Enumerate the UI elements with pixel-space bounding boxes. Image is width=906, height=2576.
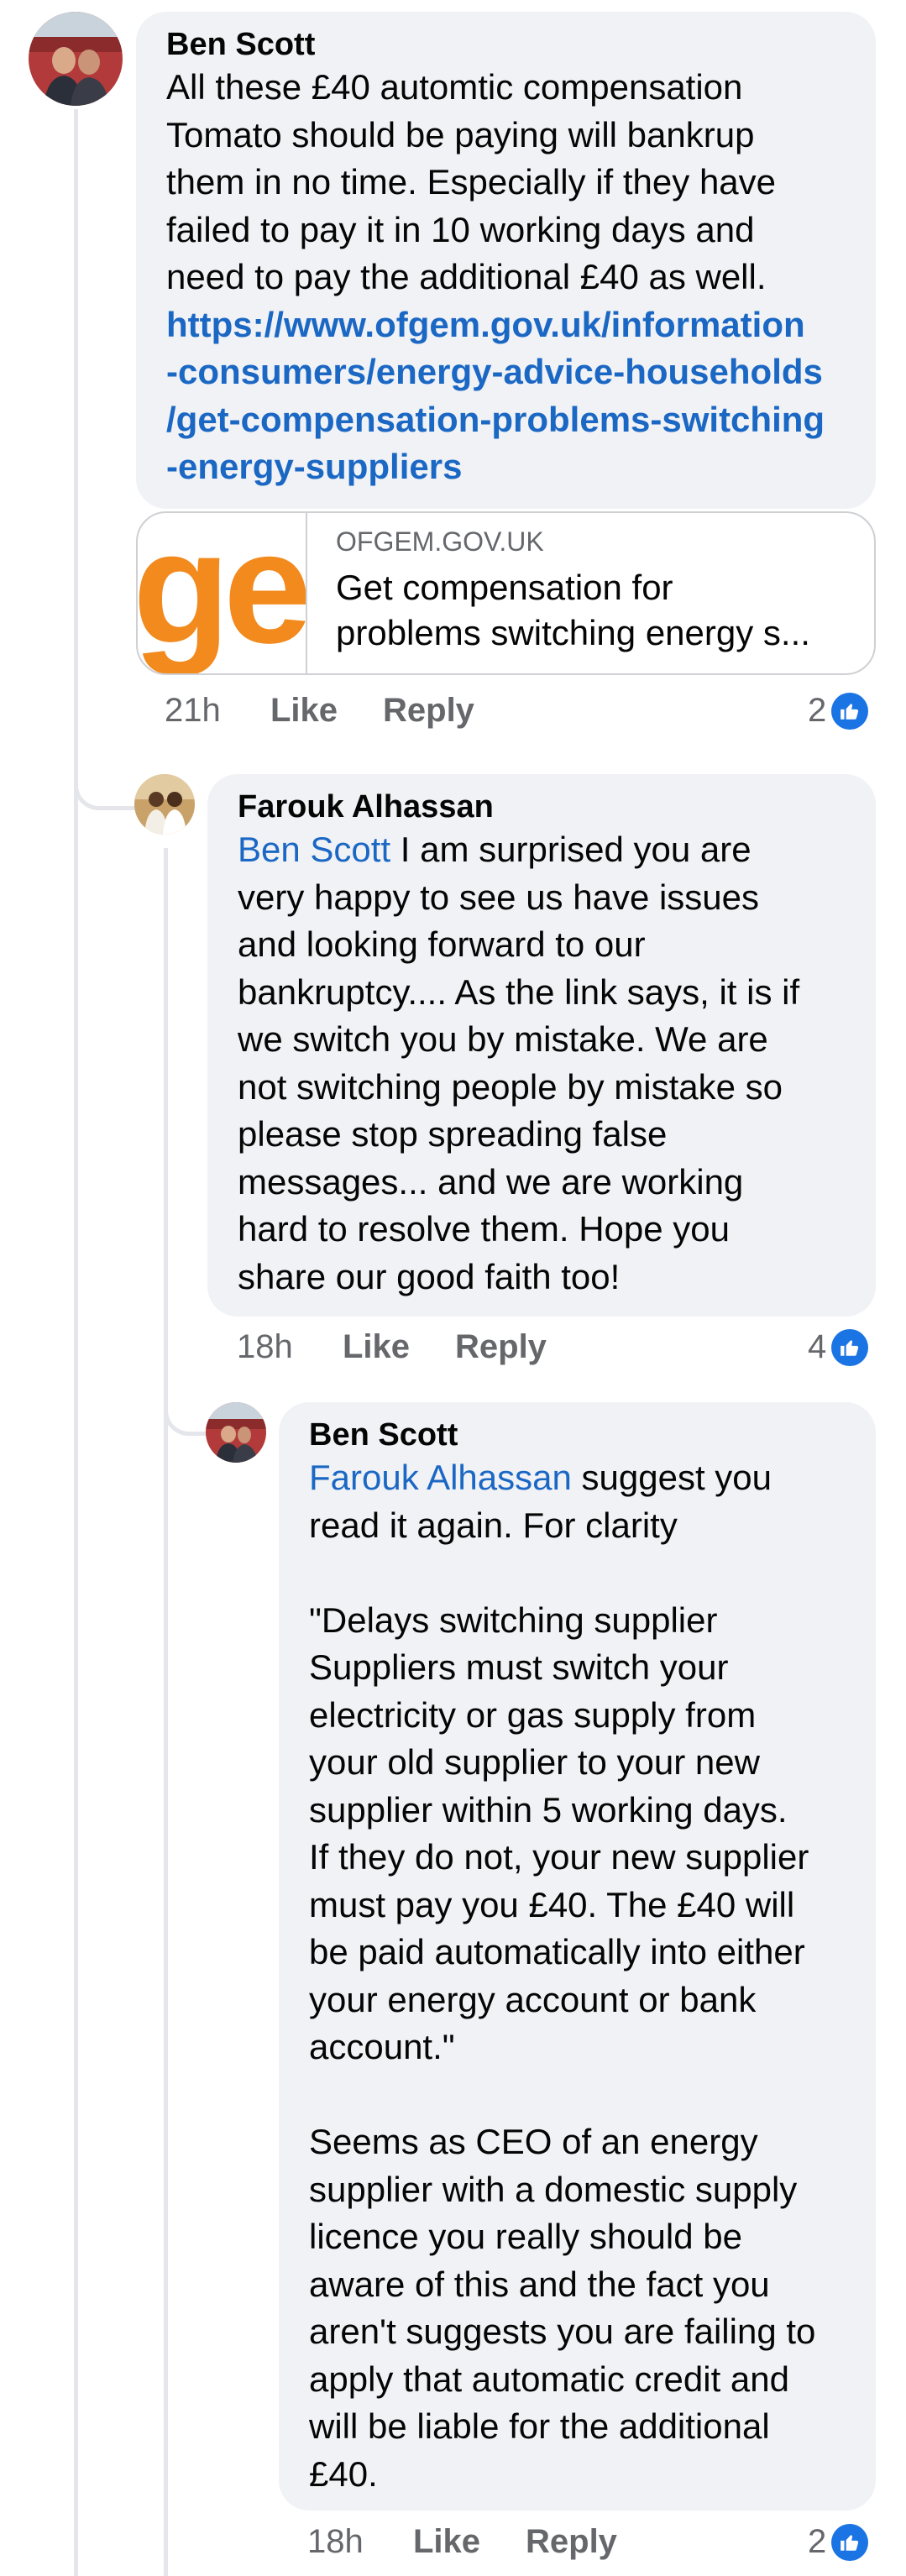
like-reaction-icon	[831, 2523, 869, 2561]
like-button[interactable]: Like	[413, 2523, 480, 2561]
thread-line-branch-2	[164, 1377, 210, 1436]
comment-bubble-ben-scott-1[interactable]: Ben Scott All these £40 automtic compens…	[136, 12, 876, 509]
comment-author[interactable]: Farouk Alhassan	[238, 788, 846, 826]
reaction-count: 4	[808, 1328, 827, 1365]
comment-text: Ben Scott I am surprised you are very ha…	[238, 826, 846, 1301]
thread-line-branch-1	[74, 756, 139, 810]
comment-author[interactable]: Ben Scott	[309, 1416, 846, 1454]
reaction-count: 2	[808, 692, 827, 729]
comment-bubble-ben-scott-2[interactable]: Ben Scott Farouk Alhassan suggest you re…	[279, 1402, 876, 2511]
comment-text: Farouk Alhassan suggest you read it agai…	[309, 1454, 846, 2498]
reply-button[interactable]: Reply	[526, 2523, 617, 2561]
reply-button[interactable]: Reply	[383, 692, 474, 730]
preview-title[interactable]: Get compensation for problems switching …	[336, 565, 856, 656]
comment-link[interactable]: https://www.ofgem.gov.uk/information -co…	[166, 301, 846, 491]
reaction-count: 2	[808, 2523, 827, 2560]
reaction-count-2[interactable]: 4	[808, 1328, 869, 1366]
link-preview-card[interactable]: ge OFGEM.GOV.UK Get compensation for pro…	[136, 511, 876, 675]
comment-text-body: I am surprised you are very happy to see…	[238, 830, 800, 1296]
mention-link[interactable]: Farouk Alhassan	[309, 1458, 572, 1497]
comment-timestamp[interactable]: 18h	[307, 2523, 364, 2561]
avatar-ben-scott[interactable]	[206, 1402, 266, 1463]
thread-line-nested	[164, 848, 168, 2576]
like-button[interactable]: Like	[270, 692, 338, 730]
comment-text-body: suggest you read it again. For clarity "…	[309, 1458, 816, 2494]
avatar-farouk-alhassan[interactable]	[134, 774, 195, 835]
like-button[interactable]: Like	[343, 1328, 410, 1366]
reaction-count-1[interactable]: 2	[808, 692, 869, 730]
comment-text: All these £40 automtic compensation Toma…	[166, 67, 777, 296]
comment-author[interactable]: Ben Scott	[166, 25, 846, 64]
comment-actions-3: 18h Like Reply	[0, 2523, 906, 2565]
preview-domain: OFGEM.GOV.UK	[336, 526, 544, 557]
comment-timestamp[interactable]: 18h	[237, 1328, 293, 1366]
ofgem-logo: ge	[138, 513, 307, 675]
avatar-ben-scott[interactable]	[29, 12, 123, 106]
comment-bubble-farouk-alhassan[interactable]: Farouk Alhassan Ben Scott I am surprised…	[207, 774, 876, 1317]
reaction-count-3[interactable]: 2	[808, 2523, 869, 2561]
like-reaction-icon	[831, 692, 869, 730]
comment-timestamp[interactable]: 21h	[165, 692, 221, 730]
ofgem-logo-text: ge	[138, 513, 306, 675]
comment-actions-2: 18h Like Reply	[0, 1328, 906, 1370]
like-reaction-icon	[831, 1328, 869, 1366]
reply-button[interactable]: Reply	[455, 1328, 547, 1366]
comment-actions-1: 21h Like Reply	[0, 692, 906, 734]
mention-link[interactable]: Ben Scott	[238, 830, 390, 869]
